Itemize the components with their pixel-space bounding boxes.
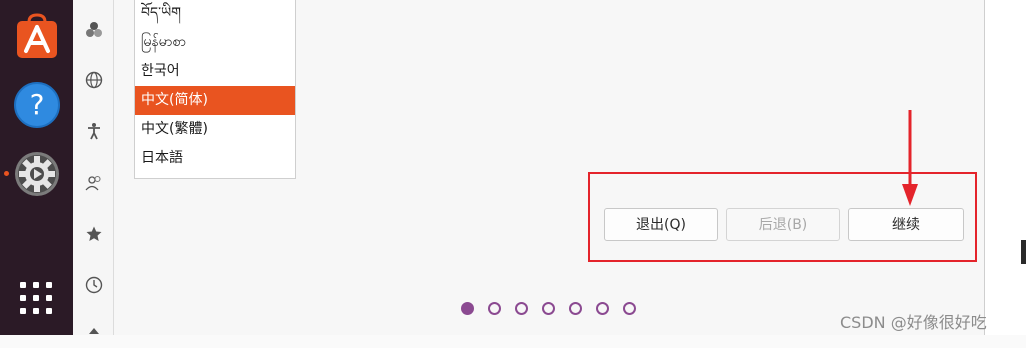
- language-item[interactable]: 한국어: [135, 57, 295, 86]
- region-language-icon[interactable]: [85, 71, 103, 89]
- language-item[interactable]: བོད་ཡིག: [135, 0, 295, 28]
- page-dot: [569, 302, 582, 315]
- page-dot: [623, 302, 636, 315]
- page-dot: [596, 302, 609, 315]
- adjacent-window-edge: [984, 0, 1026, 335]
- more-icon[interactable]: [85, 326, 103, 344]
- language-item[interactable]: 日本語: [135, 144, 295, 173]
- page-dot-active: [461, 302, 474, 315]
- annotation-arrow-icon: [902, 110, 918, 206]
- quit-button[interactable]: 退出(Q): [604, 208, 718, 241]
- running-indicator: [4, 171, 9, 176]
- continue-button[interactable]: 继续: [848, 208, 964, 241]
- favorites-icon[interactable]: [85, 225, 103, 243]
- accessibility-icon[interactable]: [85, 122, 103, 140]
- page-dot: [515, 302, 528, 315]
- show-applications-icon[interactable]: [20, 282, 53, 315]
- svg-text:?: ?: [30, 88, 45, 121]
- settings-sidebar: [73, 0, 114, 335]
- page-dot: [488, 302, 501, 315]
- appearance-icon[interactable]: [85, 21, 103, 39]
- language-item[interactable]: မြန်မာစာ: [135, 28, 295, 57]
- page-dot: [542, 302, 555, 315]
- back-button[interactable]: 后退(B): [726, 208, 840, 241]
- settings-icon[interactable]: [13, 150, 61, 198]
- date-time-icon[interactable]: [85, 276, 103, 294]
- language-item-selected[interactable]: 中文(简体): [135, 86, 295, 115]
- watermark: CSDN @好像很好吃: [840, 313, 987, 332]
- dock: ?: [0, 0, 73, 335]
- language-item[interactable]: 中文(繁體): [135, 115, 295, 144]
- language-list[interactable]: བོད་ཡིག မြန်မာစာ 한국어 中文(简体) 中文(繁體) 日本語: [134, 0, 296, 179]
- software-store-icon[interactable]: [13, 12, 61, 60]
- users-icon[interactable]: [85, 174, 103, 192]
- help-icon[interactable]: ?: [13, 81, 61, 129]
